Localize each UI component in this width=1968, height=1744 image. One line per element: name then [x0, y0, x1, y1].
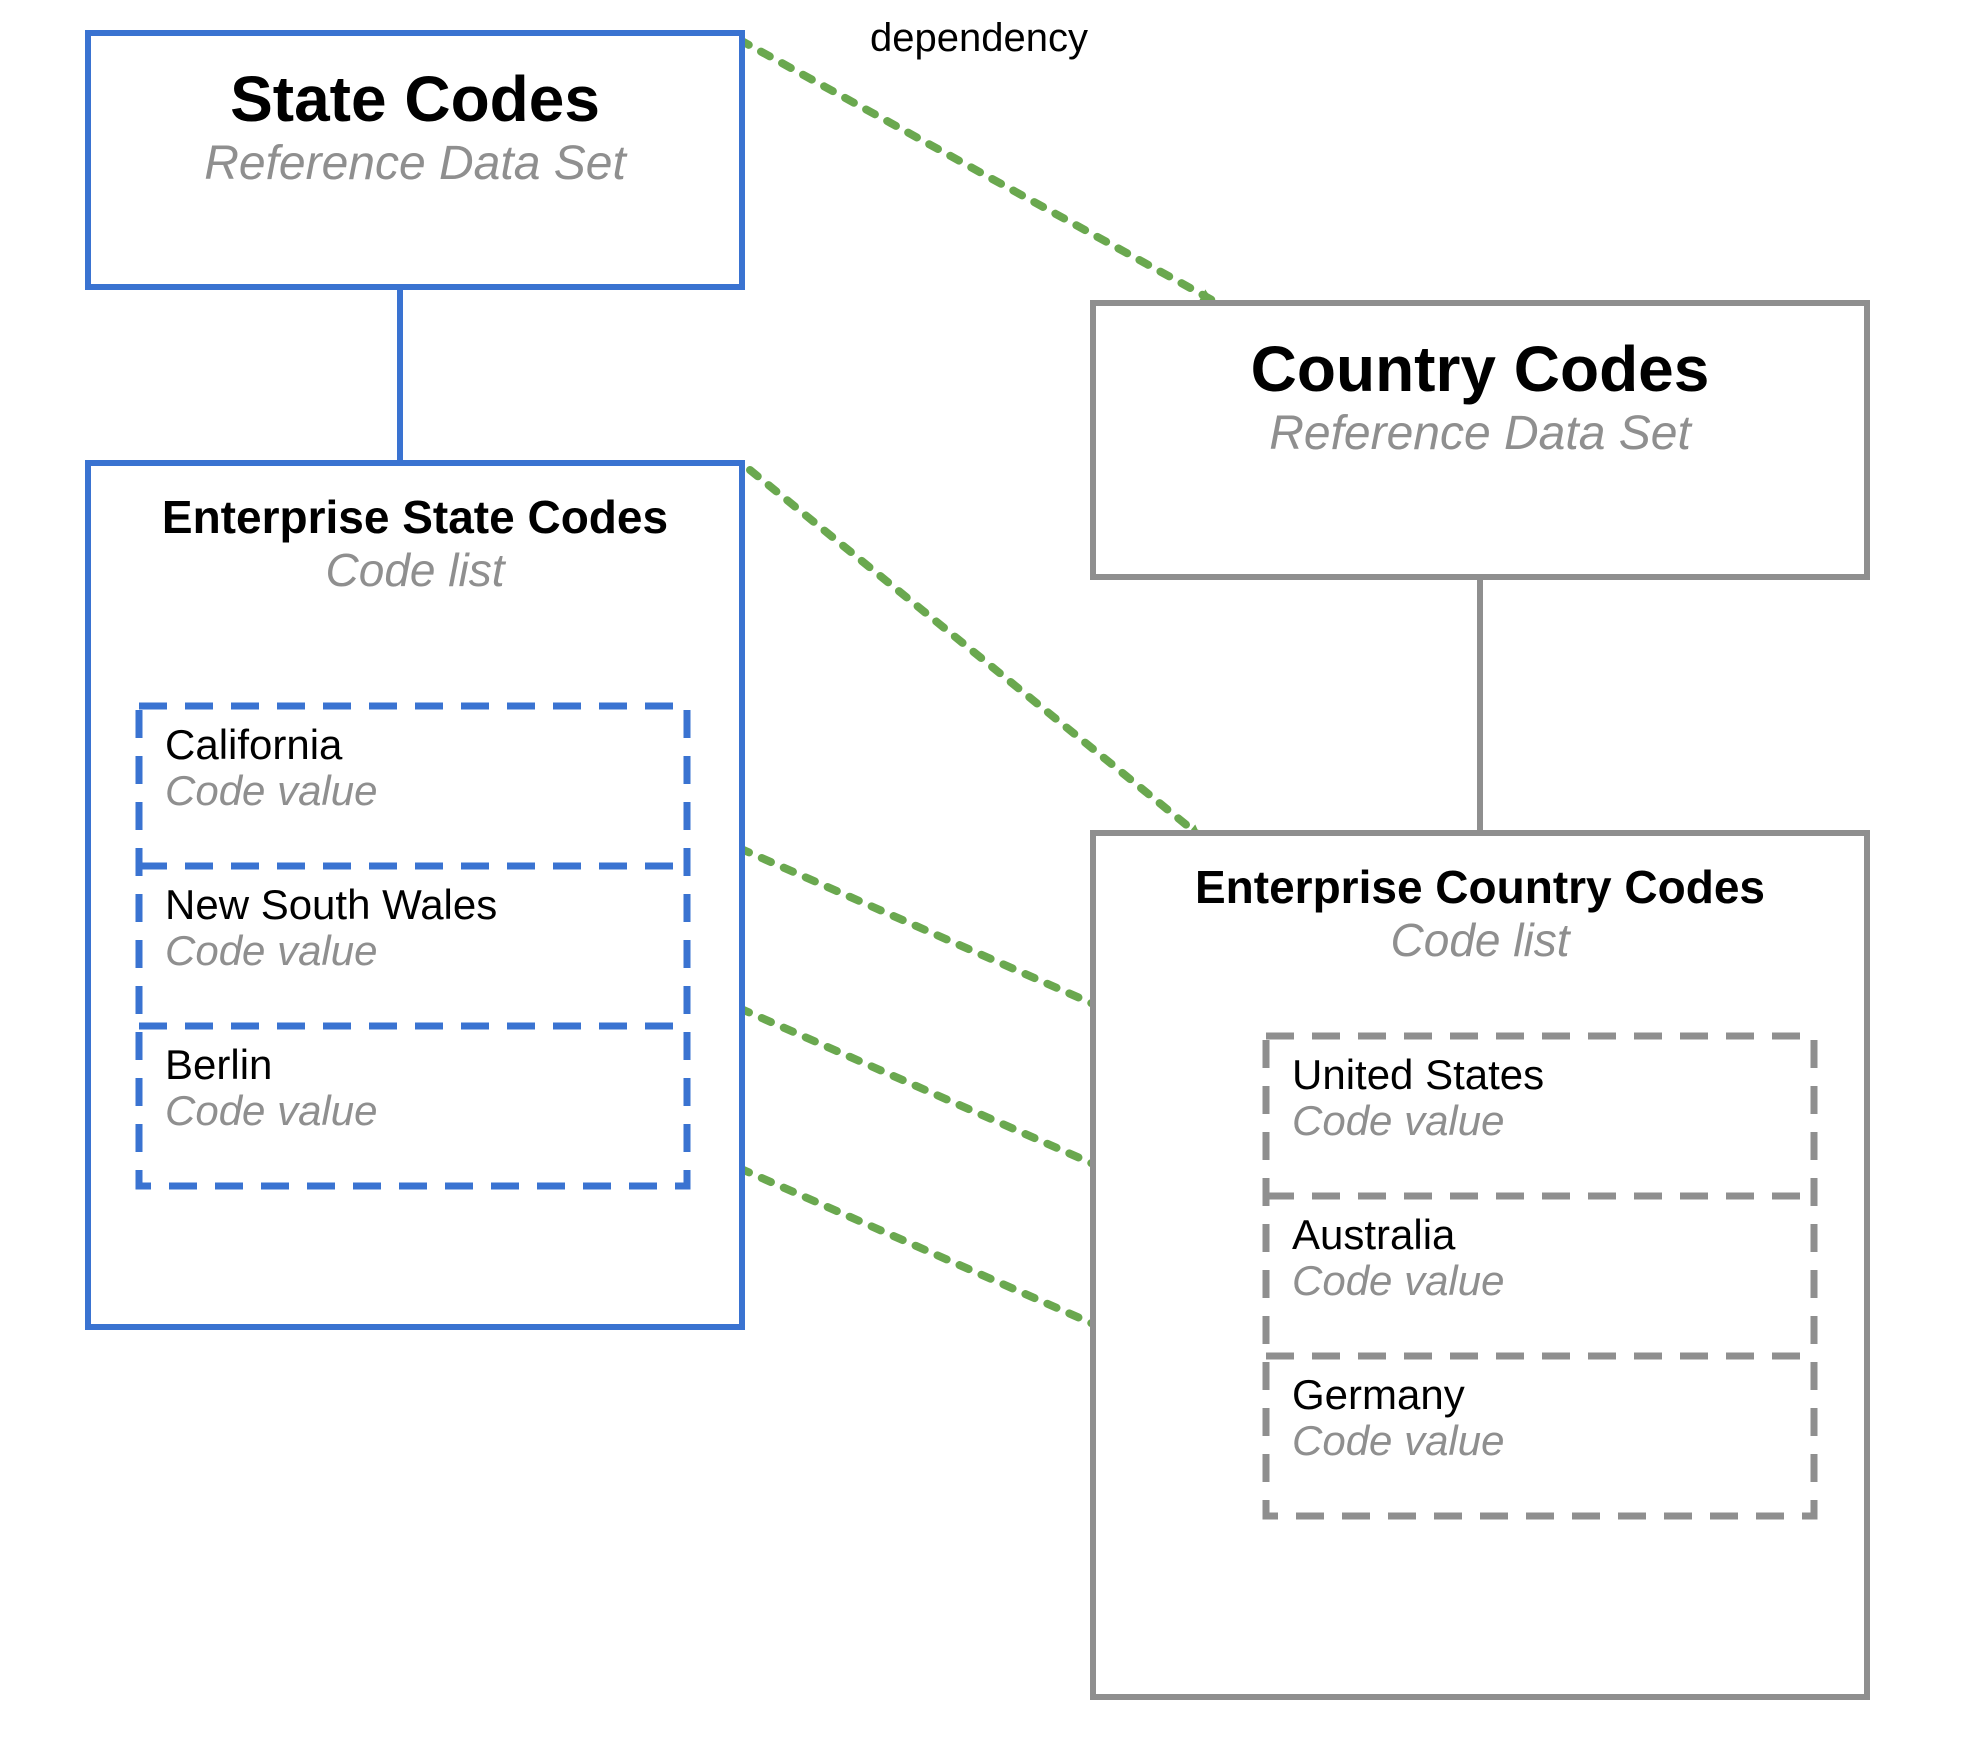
state-codes-ref-box: State Codes Reference Data Set — [85, 30, 745, 290]
code-value-sub: Code value — [1292, 1098, 1788, 1144]
enterprise-state-codelist-box: Enterprise State Codes Code list Califor… — [85, 460, 745, 1330]
country-codes-ref-box: Country Codes Reference Data Set — [1090, 300, 1870, 580]
code-value-item: Australia Code value — [1266, 1196, 1814, 1356]
code-value-item: New South Wales Code value — [139, 866, 687, 1026]
state-codes-subtitle: Reference Data Set — [91, 138, 739, 191]
enterprise-country-codelist-box: Enterprise Country Codes Code list Unite… — [1090, 830, 1870, 1700]
code-value-name: California — [165, 722, 661, 768]
code-value-name: New South Wales — [165, 882, 661, 928]
code-value-item: Berlin Code value — [139, 1026, 687, 1186]
code-value-item: United States Code value — [1266, 1036, 1814, 1196]
state-codes-title: State Codes — [91, 64, 739, 134]
code-value-name: Australia — [1292, 1212, 1788, 1258]
country-codes-subtitle: Reference Data Set — [1096, 408, 1864, 461]
code-value-name: Berlin — [165, 1042, 661, 1088]
code-value-sub: Code value — [165, 1088, 661, 1134]
code-value-name: United States — [1292, 1052, 1788, 1098]
code-value-sub: Code value — [1292, 1258, 1788, 1304]
country-codes-title: Country Codes — [1096, 334, 1864, 404]
code-value-sub: Code value — [165, 928, 661, 974]
code-value-sub: Code value — [1292, 1418, 1788, 1464]
diagram-canvas: dependency State Codes Reference Data Se… — [0, 0, 1968, 1744]
code-value-item: Germany Code value — [1266, 1356, 1814, 1516]
code-value-name: Germany — [1292, 1372, 1788, 1418]
dependency-label: dependency — [870, 16, 1088, 61]
code-value-item: California Code value — [139, 706, 687, 866]
code-value-sub: Code value — [165, 768, 661, 814]
